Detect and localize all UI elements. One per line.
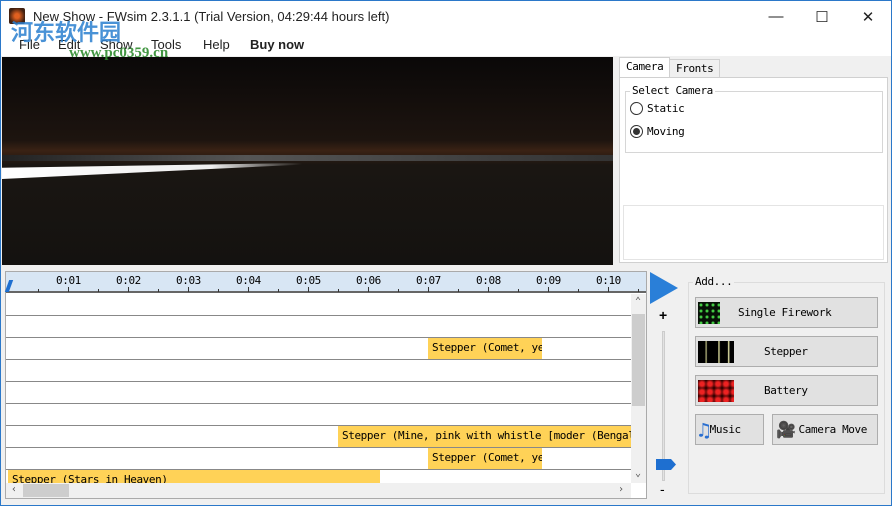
minimize-button[interactable]: — bbox=[753, 1, 799, 32]
vertical-scroll-thumb[interactable] bbox=[632, 314, 645, 406]
ruler-tick bbox=[458, 289, 459, 292]
tick-label: 0:04 bbox=[236, 274, 261, 287]
radio-moving[interactable] bbox=[630, 125, 643, 138]
camera-move-button[interactable]: 🎥 Camera Move bbox=[772, 414, 878, 445]
time-ruler[interactable]: 0:01 0:02 0:03 0:04 0:05 0:06 0:07 0:08 0:09 0:10 bbox=[4, 272, 646, 293]
timeline-event[interactable]: Stepper (Comet, yel bbox=[428, 448, 542, 469]
ruler-tick bbox=[488, 287, 489, 292]
radio-static-label: Static bbox=[647, 102, 685, 115]
timeline-row[interactable] bbox=[6, 316, 631, 338]
tick-label: 0:06 bbox=[356, 274, 381, 287]
menu-help[interactable]: Help bbox=[203, 37, 230, 52]
tick-label: 0:08 bbox=[476, 274, 501, 287]
tick-label: 0:01 bbox=[56, 274, 81, 287]
button-label: Battery bbox=[764, 384, 808, 397]
playhead[interactable] bbox=[4, 280, 14, 292]
ruler-tick bbox=[398, 289, 399, 292]
ruler-tick bbox=[608, 287, 609, 292]
ruler-tick bbox=[68, 287, 69, 292]
tab-camera[interactable]: Camera bbox=[619, 57, 671, 78]
ruler-tick bbox=[128, 287, 129, 292]
firework-icon bbox=[698, 301, 720, 324]
ruler-tick bbox=[518, 289, 519, 292]
button-label: Single Firework bbox=[738, 306, 832, 319]
ruler-tick bbox=[188, 287, 189, 292]
ruler-tick bbox=[218, 289, 219, 292]
ruler-tick bbox=[368, 287, 369, 292]
camera-icon: 🎥 bbox=[776, 420, 796, 439]
timeline-event[interactable]: Stepper (Comet, yel bbox=[428, 338, 542, 359]
tick-label: 0:09 bbox=[536, 274, 561, 287]
timeline-row[interactable] bbox=[6, 382, 631, 404]
battery-button[interactable]: Battery bbox=[695, 375, 878, 406]
camera-tab-body: Select Camera Static Moving bbox=[619, 77, 888, 263]
tab-fronts[interactable]: Fronts bbox=[669, 59, 721, 77]
timeline-event[interactable]: Stepper (Stars in Heaven) bbox=[8, 470, 380, 483]
camera-options-box bbox=[623, 205, 884, 260]
ruler-tick bbox=[428, 287, 429, 292]
3d-viewport[interactable] bbox=[2, 57, 613, 265]
ruler-tick bbox=[98, 289, 99, 292]
ruler-tick bbox=[638, 289, 639, 292]
scroll-left-icon[interactable]: ‹ bbox=[11, 484, 17, 495]
ruler-tick bbox=[578, 289, 579, 292]
radio-static[interactable] bbox=[630, 102, 643, 115]
menu-file[interactable]: File bbox=[19, 37, 40, 52]
tick-label: 0:07 bbox=[416, 274, 441, 287]
timeline-tracks[interactable]: Stepper (Comet, yel Stepper (Mine, pink w… bbox=[6, 294, 631, 483]
zoom-slider[interactable] bbox=[662, 331, 665, 481]
ruler-tick bbox=[38, 289, 39, 292]
vertical-scrollbar[interactable]: ⌃ ⌄ bbox=[631, 294, 646, 483]
timeline-row[interactable] bbox=[6, 360, 631, 382]
play-icon[interactable] bbox=[650, 272, 678, 304]
select-camera-group: Select Camera Static Moving bbox=[625, 84, 883, 153]
watermark-url: www.pc0359.cn bbox=[69, 45, 169, 61]
scroll-right-icon[interactable]: › bbox=[618, 484, 624, 495]
tick-label: 0:02 bbox=[116, 274, 141, 287]
ruler-tick bbox=[548, 287, 549, 292]
stepper-icon bbox=[698, 340, 734, 363]
timeline[interactable]: 0:01 0:02 0:03 0:04 0:05 0:06 0:07 0:08 0:09 0:10… bbox=[4, 271, 647, 499]
timeline-event[interactable]: Stepper (Mine, pink with whistle [moder … bbox=[338, 426, 631, 447]
zoom-in-icon[interactable]: + bbox=[659, 307, 667, 323]
scroll-up-icon[interactable]: ⌃ bbox=[635, 296, 641, 307]
close-button[interactable]: ✕ bbox=[845, 1, 891, 32]
road bbox=[2, 163, 302, 179]
properties-panel: Camera Fronts Select Camera Static Movin… bbox=[615, 57, 892, 265]
zoom-out-icon[interactable]: - bbox=[660, 481, 665, 497]
horizontal-scroll-thumb[interactable] bbox=[23, 484, 69, 497]
music-button[interactable]: ♫ Music bbox=[695, 414, 764, 445]
button-label: Stepper bbox=[764, 345, 808, 358]
button-label: Music bbox=[709, 423, 742, 436]
scroll-down-icon[interactable]: ⌄ bbox=[635, 468, 641, 479]
maximize-button[interactable]: ☐ bbox=[799, 1, 845, 32]
window-title: New Show - FWsim 2.3.1.1 (Trial Version,… bbox=[33, 9, 390, 24]
ruler-tick bbox=[158, 289, 159, 292]
battery-icon bbox=[698, 379, 734, 402]
group-label: Select Camera bbox=[630, 84, 715, 97]
tick-label: 0:03 bbox=[176, 274, 201, 287]
timeline-row[interactable] bbox=[6, 404, 631, 426]
ruler-tick bbox=[338, 289, 339, 292]
city-skyline bbox=[2, 155, 613, 161]
button-label: Camera Move bbox=[798, 423, 868, 436]
ruler-tick bbox=[278, 289, 279, 292]
radio-moving-label: Moving bbox=[647, 125, 685, 138]
add-label: Add... bbox=[693, 275, 735, 288]
tick-label: 0:05 bbox=[296, 274, 321, 287]
tick-label: 0:10 bbox=[596, 274, 621, 287]
horizontal-scrollbar[interactable]: ‹ › bbox=[6, 483, 631, 498]
timeline-row[interactable] bbox=[6, 294, 631, 316]
single-firework-button[interactable]: Single Firework bbox=[695, 297, 878, 328]
ruler-tick bbox=[308, 287, 309, 292]
title-bar: New Show - FWsim 2.3.1.1 (Trial Version,… bbox=[1, 1, 891, 32]
ruler-tick bbox=[248, 287, 249, 292]
menu-buy-now[interactable]: Buy now bbox=[250, 37, 304, 52]
add-group: Add... Single Firework Stepper Battery ♫… bbox=[688, 275, 885, 494]
stepper-button[interactable]: Stepper bbox=[695, 336, 878, 367]
zoom-slider-thumb[interactable] bbox=[656, 459, 676, 470]
app-icon bbox=[9, 8, 25, 24]
music-note-icon: ♫ bbox=[698, 417, 710, 442]
